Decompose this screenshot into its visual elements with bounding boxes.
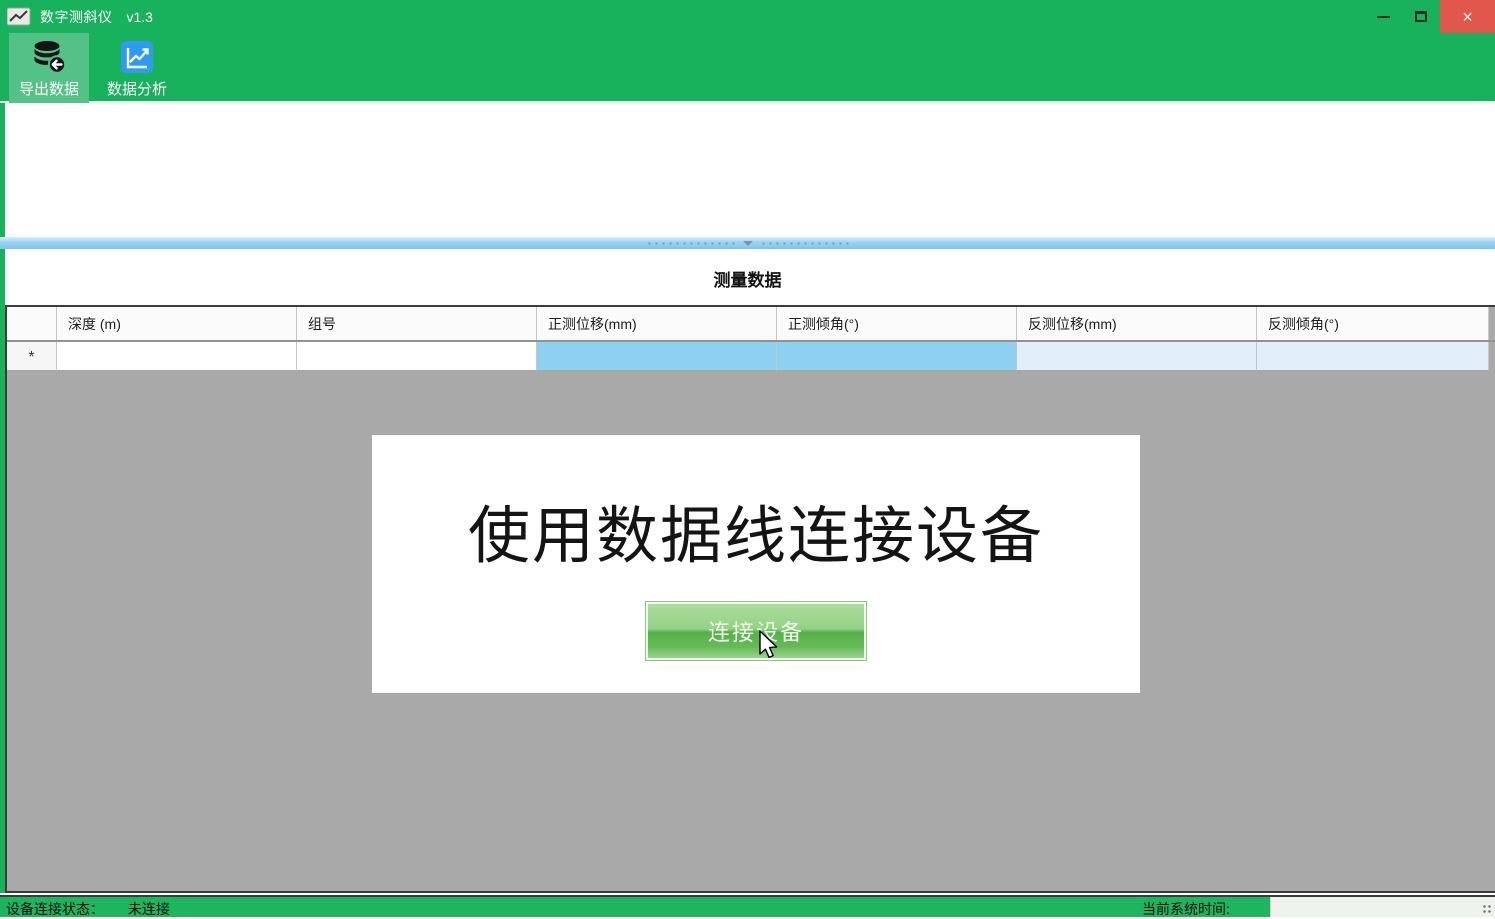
cell-depth[interactable] — [57, 342, 297, 371]
column-header-reverse-displacement[interactable]: 反测位移(mm) — [1017, 307, 1257, 340]
toolbar-button-export-data[interactable]: 导出数据 — [9, 33, 89, 103]
grid-corner-cell[interactable] — [7, 307, 57, 340]
toolbar-label-data-analysis: 数据分析 — [107, 78, 167, 99]
title-bar: 数字测斜仪 v1.3 × — [0, 0, 1495, 33]
splitter-grip-dots-right — [760, 242, 850, 245]
maximize-icon — [1415, 11, 1427, 22]
toolbar-button-data-analysis[interactable]: 数据分析 — [97, 33, 177, 103]
toolbar-label-export-data: 导出数据 — [19, 78, 79, 99]
minimize-button[interactable] — [1364, 0, 1402, 33]
connect-device-panel: 使用数据线连接设备 连接设备 — [372, 435, 1140, 693]
column-header-group[interactable]: 组号 — [297, 307, 537, 340]
system-time-label: 当前系统时间: — [1142, 899, 1230, 919]
splitter-grip-dots-left — [646, 242, 736, 245]
column-header-forward-inclination[interactable]: 正测倾角(°) — [777, 307, 1017, 340]
column-header-forward-displacement[interactable]: 正测位移(mm) — [537, 307, 777, 340]
status-bar: 设备连接状态： 未连接 当前系统时间: — [0, 895, 1495, 917]
grid-header-row: 深度 (m) 组号 正测位移(mm) 正测倾角(°) 反测位移(mm) 反测倾角… — [7, 307, 1495, 342]
splitter-collapse-arrow-icon — [743, 241, 753, 246]
cell-forward-inclination[interactable] — [777, 342, 1017, 371]
database-export-icon — [31, 39, 67, 75]
table-row: * — [7, 342, 1495, 371]
window-controls: × — [1364, 0, 1495, 33]
column-header-reverse-inclination[interactable]: 反测倾角(°) — [1257, 307, 1489, 340]
connect-device-button[interactable]: 连接设备 — [645, 601, 867, 661]
app-icon — [7, 7, 31, 26]
close-button[interactable]: × — [1440, 0, 1495, 33]
connection-status: 设备连接状态： 未连接 — [6, 899, 170, 919]
horizontal-splitter[interactable] — [0, 237, 1495, 249]
window-version: v1.3 — [127, 9, 153, 25]
window-title: 数字测斜仪 — [40, 7, 113, 27]
system-time-value — [1270, 897, 1495, 917]
cell-forward-displacement[interactable] — [537, 342, 777, 371]
connect-instruction-text: 使用数据线连接设备 — [468, 485, 1044, 575]
minimize-icon — [1377, 16, 1390, 18]
new-row-marker: * — [7, 342, 57, 371]
maximize-button[interactable] — [1402, 0, 1440, 33]
toolbar: 导出数据 数据分析 — [0, 33, 1495, 103]
cell-reverse-inclination[interactable] — [1257, 342, 1489, 371]
cell-reverse-displacement[interactable] — [1017, 342, 1257, 371]
measurement-data-heading: 测量数据 — [0, 266, 1495, 291]
cell-group[interactable] — [297, 342, 537, 371]
connection-status-value: 未连接 — [128, 901, 170, 917]
line-chart-icon — [119, 39, 155, 75]
column-header-depth[interactable]: 深度 (m) — [57, 307, 297, 340]
resize-grip[interactable] — [1482, 904, 1492, 914]
connection-status-label: 设备连接状态： — [6, 901, 104, 917]
